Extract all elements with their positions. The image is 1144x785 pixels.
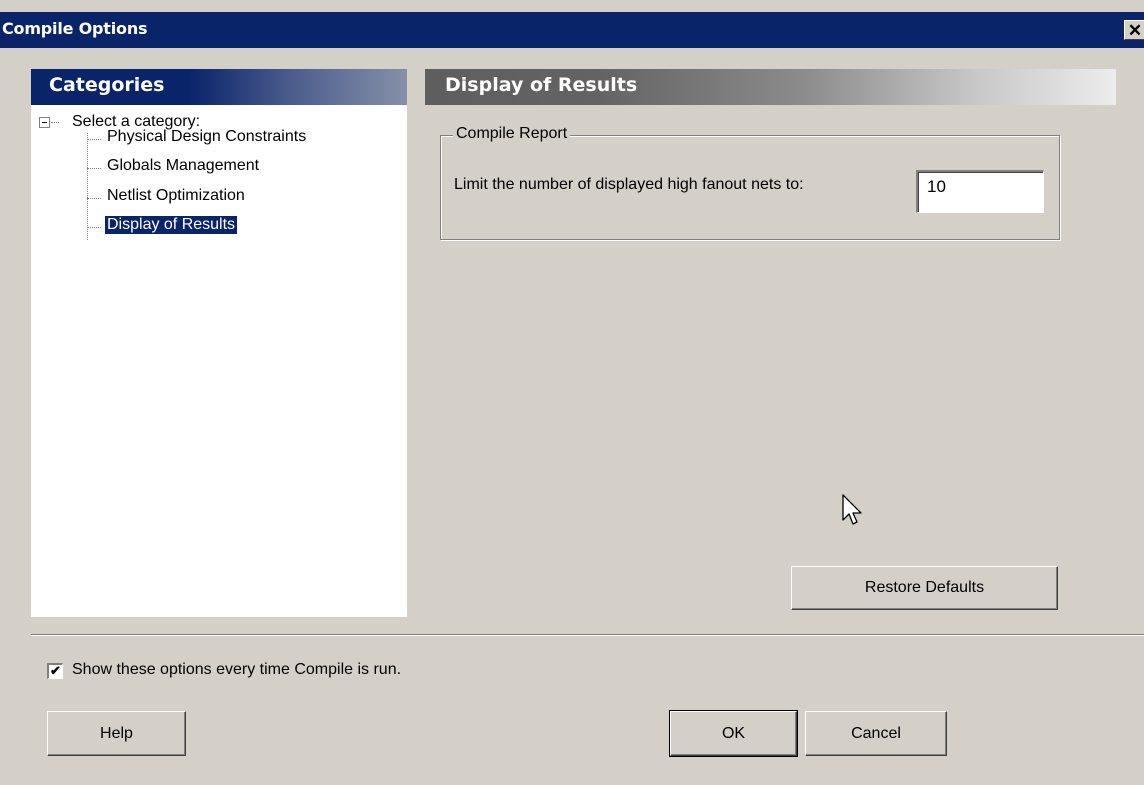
tree-item-label: Globals Management [107, 157, 260, 174]
help-button[interactable]: Help [47, 711, 186, 756]
categories-panel: Categories Select a category: Physical D… [31, 69, 407, 617]
mouse-cursor-icon [842, 494, 862, 525]
title-bar: Compile Options ✕ [0, 12, 1144, 48]
show-options-label[interactable]: Show these options every time Compile is… [72, 661, 401, 679]
separator [31, 634, 1144, 636]
check-icon: ✔ [50, 663, 61, 678]
group-title: Compile Report [453, 125, 571, 143]
restore-defaults-button[interactable]: Restore Defaults [791, 566, 1058, 610]
tree-item-label: Display of Results [105, 216, 238, 234]
fanout-limit-input[interactable]: 10 [916, 170, 1044, 213]
tree-item-label: Netlist Optimization [107, 187, 245, 204]
tree-item-label: Physical Design Constraints [107, 128, 307, 145]
tree-connector [87, 133, 88, 240]
results-panel-title: Display of Results [445, 74, 638, 96]
show-options-checkbox[interactable]: ✔ [47, 663, 63, 679]
close-button[interactable]: ✕ [1124, 20, 1144, 40]
category-tree: Select a category: Physical Design Const… [31, 109, 407, 617]
window-title: Compile Options [2, 19, 148, 38]
collapse-icon[interactable] [39, 117, 50, 128]
limit-label: Limit the number of displayed high fanou… [454, 176, 804, 193]
tree-connector [51, 122, 59, 123]
cancel-button[interactable]: Cancel [805, 711, 947, 756]
categories-header-label: Categories [49, 74, 165, 96]
close-icon: ✕ [1127, 21, 1143, 40]
ok-button[interactable]: OK [669, 710, 798, 757]
results-panel-header: Display of Results [425, 69, 1116, 105]
categories-header: Categories [31, 69, 407, 105]
